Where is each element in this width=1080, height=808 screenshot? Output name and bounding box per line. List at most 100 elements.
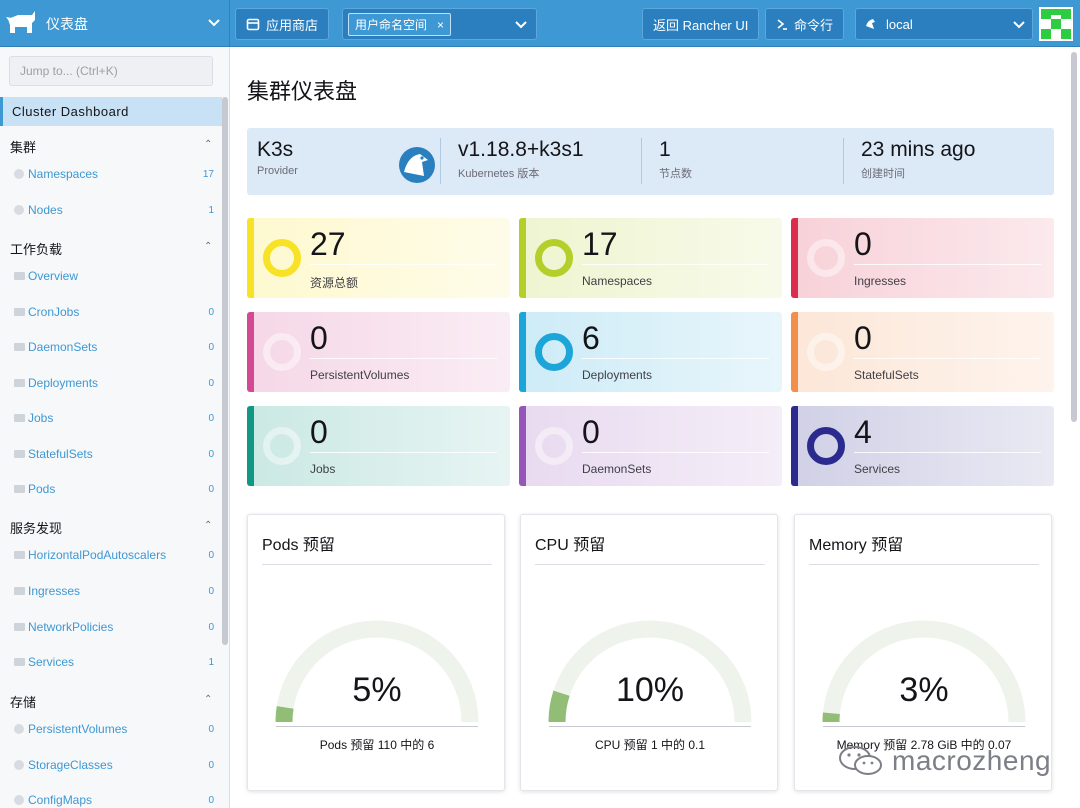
card-persistent-volumes[interactable]: 0 PersistentVolumes [247,312,510,392]
card-divider [582,358,769,359]
sidebar-item-hpa[interactable]: HorizontalPodAutoscalers 0 [14,545,214,565]
gauge-divider [535,564,765,565]
card-namespaces[interactable]: 17 Namespaces [519,218,782,298]
sidebar-group-service-discovery[interactable]: 服务发现 [10,518,62,537]
folder-icon [14,308,25,316]
remove-tag-icon[interactable]: × [437,18,444,32]
sidebar-item-label: Pods [28,482,56,496]
card-band [247,312,254,392]
card-statefulsets[interactable]: 0 StatefulSets [791,312,1054,392]
sidebar-item-label: Namespaces [28,167,99,181]
sidebar-item-count: 0 [208,549,214,561]
cluster-selector[interactable]: local [855,8,1033,40]
sidebar-item-count: 1 [208,204,214,216]
card-ingresses[interactable]: 0 Ingresses [791,218,1054,298]
card-divider [582,264,769,265]
ring-icon [807,239,845,277]
jump-to-input[interactable]: Jump to... (Ctrl+K) [9,56,213,86]
sidebar-group-storage[interactable]: 存储 [10,692,36,711]
main-scrollbar[interactable] [1071,52,1077,422]
node-count-value: 1 [659,138,671,161]
kubectl-shell-button[interactable]: 命令行 [765,8,845,40]
sidebar-group-workloads[interactable]: 工作负载 [10,239,62,258]
sidebar-item-label: Overview [28,269,79,283]
terminal-icon [776,18,788,30]
card-band [791,406,798,486]
back-to-rancher-button[interactable]: 返回 Rancher UI [642,8,760,40]
collapse-icon[interactable]: ⌃ [204,139,212,150]
ring-icon [535,239,573,277]
sidebar-item-label: Ingresses [28,584,81,598]
sidebar-item-cluster-dashboard[interactable]: Cluster Dashboard [0,97,222,126]
sidebar-item-jobs[interactable]: Jobs 0 [14,408,214,428]
sidebar: Jump to... (Ctrl+K) Cluster Dashboard 集群… [0,47,230,808]
created-label: 创建时间 [861,168,905,180]
card-jobs[interactable]: 0 Jobs [247,406,510,486]
sidebar-item-pods[interactable]: Pods 0 [14,479,214,499]
card-label: Ingresses [854,274,907,288]
card-label: DaemonSets [582,462,652,476]
sidebar-item-label: DaemonSets [28,340,98,354]
sidebar-item-persistent-volumes[interactable]: PersistentVolumes 0 [14,719,214,739]
sidebar-item-config-maps[interactable]: ConfigMaps 0 [14,790,214,808]
node-count-cell: 1 节点数 [659,138,692,181]
gauge-title: CPU 预留 [535,537,606,554]
card-value: 4 [854,414,872,450]
sidebar-item-deployments[interactable]: Deployments 0 [14,373,214,393]
sidebar-item-ingresses[interactable]: Ingresses 0 [14,581,214,601]
sidebar-item-services[interactable]: Services 1 [14,652,214,672]
sidebar-item-network-policies[interactable]: NetworkPolicies 0 [14,617,214,637]
chevron-down-icon [515,21,527,29]
watermark: macrozheng [838,745,1051,777]
cluster-info-bar: K3s Provider v1.18.8+k3s1 Kubernetes 版本 … [247,128,1054,195]
user-avatar[interactable] [1039,7,1073,41]
main-content: 集群仪表盘 K3s Provider v1.18.8+k3s1 Kubernet… [231,47,1080,808]
sidebar-item-cronjobs[interactable]: CronJobs 0 [14,302,214,322]
chevron-down-icon [208,19,220,27]
sidebar-item-storage-classes[interactable]: StorageClasses 0 [14,755,214,775]
product-title: 仪表盘 [46,15,88,32]
sidebar-item-statefulsets[interactable]: StatefulSets 0 [14,444,214,464]
resource-icon [14,795,24,805]
rancher-logo-icon [6,10,35,33]
sidebar-item-namespaces[interactable]: Namespaces 17 [14,164,214,184]
card-services[interactable]: 4 Services [791,406,1054,486]
card-band [247,406,254,486]
folder-icon [14,343,25,351]
node-count-label: 节点数 [659,168,692,180]
sidebar-item-label: Deployments [28,376,99,390]
kubectl-shell-label: 命令行 [794,17,834,33]
product-switcher[interactable]: 仪表盘 [0,0,230,47]
sidebar-item-overview[interactable]: Overview [14,266,214,286]
sidebar-group-cluster[interactable]: 集群 [10,137,36,156]
sidebar-item-daemonsets[interactable]: DaemonSets 0 [14,337,214,357]
sidebar-item-label: NetworkPolicies [28,620,114,634]
sidebar-item-nodes[interactable]: Nodes 1 [14,200,214,220]
card-divider [854,358,1041,359]
card-daemonsets[interactable]: 0 DaemonSets [519,406,782,486]
gauge-cpu-reserved: CPU 预留 10% CPU 预留 1 中的 0.1 [520,514,778,791]
card-deployments[interactable]: 6 Deployments [519,312,782,392]
ring-icon [807,427,845,465]
card-value: 27 [310,226,346,262]
sidebar-item-label: StorageClasses [28,758,113,772]
resource-icon [14,760,24,770]
gauge-title: Memory 预留 [809,537,904,554]
card-value: 0 [854,320,872,356]
sidebar-item-count: 0 [208,448,214,460]
collapse-icon[interactable]: ⌃ [204,694,212,705]
sidebar-item-label: HorizontalPodAutoscalers [28,548,167,562]
created-cell: 23 mins ago 创建时间 [861,138,975,181]
created-value: 23 mins ago [861,138,976,161]
collapse-icon[interactable]: ⌃ [204,241,212,252]
sidebar-scrollbar[interactable] [222,97,228,645]
wechat-icon [839,746,882,775]
card-total-resources[interactable]: 27 资源总额 [247,218,510,298]
k8s-version-value: v1.18.8+k3s1 [458,138,584,161]
sidebar-item-count: 0 [208,794,214,806]
app-store-button[interactable]: 应用商店 [235,8,330,40]
namespace-tag: 用户命名空间 × [348,13,452,36]
folder-icon [14,623,25,631]
namespace-filter[interactable]: 用户命名空间 × [342,8,537,40]
collapse-icon[interactable]: ⌃ [204,520,212,531]
